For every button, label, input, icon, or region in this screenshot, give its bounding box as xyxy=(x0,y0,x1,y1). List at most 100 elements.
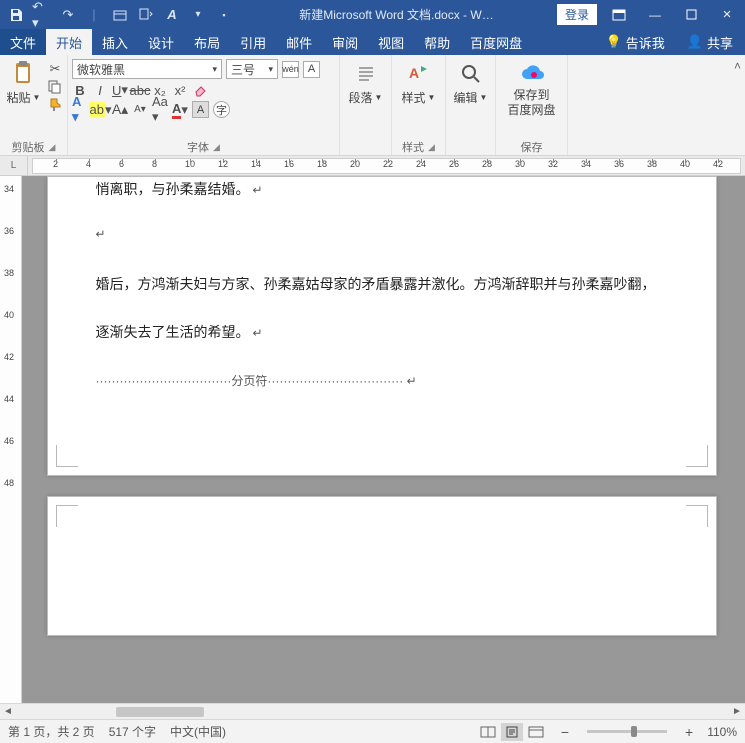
para-mark-icon: ↵ xyxy=(250,183,263,197)
phonetic-guide-icon[interactable]: wén xyxy=(282,61,299,78)
tab-layout[interactable]: 布局 xyxy=(184,29,230,55)
scroll-right-icon[interactable]: ► xyxy=(729,704,745,720)
paragraph-icon xyxy=(353,61,379,87)
qat-customize-icon[interactable]: ▪ xyxy=(214,5,234,25)
save-icon[interactable] xyxy=(6,5,26,25)
group-save-cloud: 保存到百度网盘 保存 xyxy=(496,55,568,155)
zoom-percent[interactable]: 110% xyxy=(707,725,737,739)
dialog-launcher-icon[interactable]: ◢ xyxy=(213,142,220,153)
change-case-icon[interactable]: Aa ▾ xyxy=(152,102,168,118)
tab-stop-selector[interactable]: L xyxy=(0,156,28,175)
margin-corner-icon xyxy=(686,445,708,467)
highlight-icon[interactable]: ab▾ xyxy=(92,102,108,118)
doc-text-p2: 逐渐失去了生活的希望。 xyxy=(96,324,250,340)
ribbon: 粘贴 ▼ ✂ 剪贴板◢ 微软雅黑▾ 三号▾ wén A B I U ▾ abc xyxy=(0,55,745,156)
zoom-slider[interactable] xyxy=(587,730,667,733)
font-name-combo[interactable]: 微软雅黑▾ xyxy=(72,59,222,79)
group-styles: A 样式▼ 样式 ◢ xyxy=(392,55,446,155)
format-painter-icon[interactable] xyxy=(47,97,63,113)
paragraph-button[interactable]: 段落▼ xyxy=(346,57,386,106)
superscript-icon[interactable]: x² xyxy=(172,82,188,98)
tab-file[interactable]: 文件 xyxy=(0,29,46,55)
char-shading-icon[interactable]: A xyxy=(192,101,209,118)
para-mark-icon: ↵ xyxy=(407,374,417,388)
find-icon xyxy=(458,61,484,87)
group-font: 微软雅黑▾ 三号▾ wén A B I U ▾ abc x₂ x² A ▾ ab… xyxy=(68,55,340,155)
para-mark-icon: ↵ xyxy=(96,227,106,241)
styles-label: 样式 xyxy=(402,139,424,155)
close-icon[interactable]: × xyxy=(709,0,745,29)
styles-icon: A xyxy=(406,61,432,87)
document-scroll[interactable]: 悄离职，与孙柔嘉结婚。 ↵ ↵ 婚后，方鸿渐夫妇与方家、孙柔嘉姑母家的矛盾暴露并… xyxy=(22,176,745,703)
zoom-knob[interactable] xyxy=(631,726,637,737)
collapse-ribbon-icon[interactable]: ˄ xyxy=(734,59,741,73)
tab-home[interactable]: 开始 xyxy=(46,29,92,55)
title-bar: ↶ ▾ ↷ | A ▾ ▪ 新建Microsoft Word 文档.docx -… xyxy=(0,0,745,29)
tab-review[interactable]: 审阅 xyxy=(322,29,368,55)
group-paragraph: 段落▼ xyxy=(340,55,392,155)
horizontal-scrollbar[interactable]: ◄ ► xyxy=(0,703,745,719)
dialog-launcher-icon[interactable]: ◢ xyxy=(428,142,435,153)
maximize-icon[interactable] xyxy=(673,0,709,29)
tab-insert[interactable]: 插入 xyxy=(92,29,138,55)
shrink-font-icon[interactable]: A▾ xyxy=(132,102,148,118)
undo-icon[interactable]: ↶ ▾ xyxy=(32,5,52,25)
login-button[interactable]: 登录 xyxy=(557,4,597,25)
read-mode-icon[interactable] xyxy=(477,723,499,741)
qat-icon-style[interactable]: A xyxy=(162,5,182,25)
scroll-thumb[interactable] xyxy=(116,707,204,717)
minimize-icon[interactable]: — xyxy=(637,0,673,29)
status-page[interactable]: 第 1 页，共 2 页 xyxy=(8,723,95,740)
save-label: 保存 xyxy=(521,139,543,155)
strikethrough-icon[interactable]: abc xyxy=(132,82,148,98)
copy-icon[interactable] xyxy=(47,79,63,95)
styles-button[interactable]: A 样式▼ xyxy=(399,57,439,106)
zoom-in-icon[interactable]: + xyxy=(685,724,693,740)
tab-view[interactable]: 视图 xyxy=(368,29,414,55)
qat-more-icon[interactable]: ▾ xyxy=(188,5,208,25)
cut-icon[interactable]: ✂ xyxy=(47,61,63,77)
ribbon-display-icon[interactable] xyxy=(601,0,637,29)
text-effects-icon[interactable]: A ▾ xyxy=(72,102,88,118)
italic-icon[interactable]: I xyxy=(92,82,108,98)
group-clipboard: 粘贴 ▼ ✂ 剪贴板 ◢ xyxy=(0,55,68,155)
share-button[interactable]: 👤共享 xyxy=(675,29,745,55)
tell-me[interactable]: 💡告诉我 xyxy=(596,29,675,55)
status-bar: 第 1 页，共 2 页 517 个字 中文(中国) − + 110% xyxy=(0,719,745,743)
save-baidu-button[interactable]: 保存到百度网盘 xyxy=(501,57,563,117)
tab-references[interactable]: 引用 xyxy=(230,29,276,55)
font-size-combo[interactable]: 三号▾ xyxy=(226,59,278,79)
page-2[interactable] xyxy=(47,496,717,636)
tab-mail[interactable]: 邮件 xyxy=(276,29,322,55)
paste-icon xyxy=(11,61,37,87)
quick-access-toolbar: ↶ ▾ ↷ | A ▾ ▪ xyxy=(0,5,240,25)
svg-text:A: A xyxy=(409,65,419,81)
window-title: 新建Microsoft Word 文档.docx - W… xyxy=(299,6,493,23)
scroll-left-icon[interactable]: ◄ xyxy=(0,704,16,720)
qat-icon-2[interactable] xyxy=(136,5,156,25)
page-1[interactable]: 悄离职，与孙柔嘉结婚。 ↵ ↵ 婚后，方鸿渐夫妇与方家、孙柔嘉姑母家的矛盾暴露并… xyxy=(47,176,717,476)
dialog-launcher-icon[interactable]: ◢ xyxy=(49,142,56,153)
tab-design[interactable]: 设计 xyxy=(138,29,184,55)
ribbon-tabs: 文件 开始 插入 设计 布局 引用 邮件 审阅 视图 帮助 百度网盘 💡告诉我 … xyxy=(0,29,745,55)
print-layout-icon[interactable] xyxy=(501,723,523,741)
enclose-char-icon[interactable]: 字 xyxy=(213,101,230,118)
eraser-icon[interactable] xyxy=(192,82,208,98)
vertical-ruler[interactable]: 3436384042444648 xyxy=(0,176,22,703)
clipboard-label: 剪贴板 xyxy=(12,139,45,155)
horizontal-ruler[interactable]: 24681012141618202224262830323436384042 xyxy=(32,158,741,174)
editing-button[interactable]: 编辑▼ xyxy=(451,57,491,106)
grow-font-icon[interactable]: A▴ xyxy=(112,102,128,118)
status-language[interactable]: 中文(中国) xyxy=(170,723,226,740)
char-border-icon[interactable]: A xyxy=(303,61,320,78)
tab-baidu[interactable]: 百度网盘 xyxy=(460,29,532,55)
qat-icon-1[interactable] xyxy=(110,5,130,25)
paste-button[interactable]: 粘贴 ▼ xyxy=(4,57,43,106)
status-words[interactable]: 517 个字 xyxy=(109,723,156,740)
zoom-out-icon[interactable]: − xyxy=(561,724,569,740)
tab-help[interactable]: 帮助 xyxy=(414,29,460,55)
underline-icon[interactable]: U ▾ xyxy=(112,82,128,98)
redo-icon[interactable]: ↷ xyxy=(58,5,78,25)
web-layout-icon[interactable] xyxy=(525,723,547,741)
font-color-icon[interactable]: A▾ xyxy=(172,102,188,118)
